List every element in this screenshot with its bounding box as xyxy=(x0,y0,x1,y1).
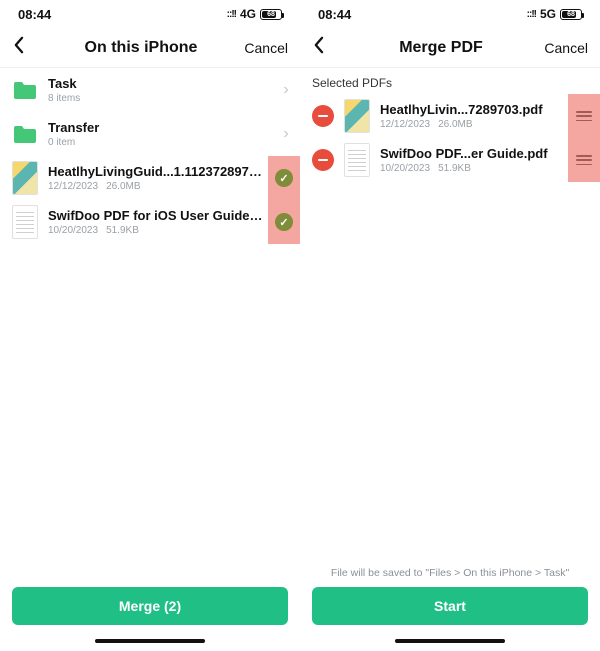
status-time: 08:44 xyxy=(18,7,51,22)
network-label: 4G xyxy=(240,7,256,21)
selected-file-row: HeatlhyLivin...7289703.pdf 12/12/2023 26… xyxy=(300,94,600,138)
folder-name: Task xyxy=(48,76,268,91)
chevron-right-icon: › xyxy=(272,81,300,99)
status-bar: 08:44 ::!! 4G 68 xyxy=(0,0,300,28)
back-button[interactable] xyxy=(312,36,340,60)
home-indicator xyxy=(95,639,205,643)
cancel-button[interactable]: Cancel xyxy=(242,40,288,56)
status-time: 08:44 xyxy=(318,7,351,22)
file-thumbnail xyxy=(12,205,38,239)
page-title: Merge PDF xyxy=(340,39,542,57)
file-date: 12/12/2023 xyxy=(380,119,430,130)
drag-handle[interactable] xyxy=(568,138,600,182)
file-row[interactable]: SwifDoo PDF for iOS User Guide.pdf 10/20… xyxy=(0,200,300,244)
status-bar: 08:44 ::!! 5G 68 xyxy=(300,0,600,28)
start-button[interactable]: Start xyxy=(312,587,588,625)
folder-icon xyxy=(12,77,38,103)
back-button[interactable] xyxy=(12,36,40,60)
file-name: SwifDoo PDF for iOS User Guide.pdf xyxy=(48,208,264,223)
folder-sub: 0 item xyxy=(48,137,75,148)
file-size: 26.0MB xyxy=(438,119,472,130)
nav-header: On this iPhone Cancel xyxy=(0,28,300,68)
save-location-note: File will be saved to "Files > On this i… xyxy=(300,567,600,583)
file-thumbnail xyxy=(344,143,370,177)
remove-button[interactable] xyxy=(312,149,334,171)
cancel-button[interactable]: Cancel xyxy=(542,40,588,56)
file-size: 26.0MB xyxy=(106,181,140,192)
screen-file-picker: 08:44 ::!! 4G 68 On this iPhone Cancel xyxy=(0,0,300,651)
signal-icon: ::!! xyxy=(227,9,236,20)
minus-icon xyxy=(318,159,328,161)
folder-sub: 8 items xyxy=(48,93,80,104)
signal-icon: ::!! xyxy=(527,9,536,20)
section-label: Selected PDFs xyxy=(300,68,600,94)
battery-icon: 68 xyxy=(260,9,282,20)
file-date: 12/12/2023 xyxy=(48,181,98,192)
check-icon: ✓ xyxy=(275,169,293,187)
selected-file-row: SwifDoo PDF...er Guide.pdf 10/20/2023 51… xyxy=(300,138,600,182)
file-list: Task 8 items › Transfer 0 item › xyxy=(0,68,300,326)
drag-icon xyxy=(576,111,592,121)
home-indicator xyxy=(395,639,505,643)
drag-icon xyxy=(576,155,592,165)
minus-icon xyxy=(318,115,328,117)
check-icon: ✓ xyxy=(275,213,293,231)
folder-name: Transfer xyxy=(48,120,268,135)
selection-checkbox[interactable]: ✓ xyxy=(268,156,300,200)
folder-row[interactable]: Task 8 items › xyxy=(0,68,300,112)
drag-handle[interactable] xyxy=(568,94,600,138)
nav-header: Merge PDF Cancel xyxy=(300,28,600,68)
file-size: 51.9KB xyxy=(438,163,471,174)
file-name: HeatlhyLivin...7289703.pdf xyxy=(380,102,564,117)
chevron-right-icon: › xyxy=(272,125,300,143)
file-name: HeatlhyLivingGuid...1.11237289703.pdf xyxy=(48,164,264,179)
folder-row[interactable]: Transfer 0 item › xyxy=(0,112,300,156)
file-date: 10/20/2023 xyxy=(380,163,430,174)
file-thumbnail xyxy=(344,99,370,133)
selection-checkbox[interactable]: ✓ xyxy=(268,200,300,244)
merge-button[interactable]: Merge (2) xyxy=(12,587,288,625)
folder-icon xyxy=(12,121,38,147)
file-thumbnail xyxy=(12,161,38,195)
file-date: 10/20/2023 xyxy=(48,225,98,236)
remove-button[interactable] xyxy=(312,105,334,127)
file-row[interactable]: HeatlhyLivingGuid...1.11237289703.pdf 12… xyxy=(0,156,300,200)
page-title: On this iPhone xyxy=(40,39,242,57)
battery-icon: 68 xyxy=(560,9,582,20)
screen-merge-pdf: 08:44 ::!! 5G 68 Merge PDF Cancel Select… xyxy=(300,0,600,651)
selected-pdf-list: HeatlhyLivin...7289703.pdf 12/12/2023 26… xyxy=(300,94,600,331)
file-size: 51.9KB xyxy=(106,225,139,236)
network-label: 5G xyxy=(540,7,556,21)
file-name: SwifDoo PDF...er Guide.pdf xyxy=(380,146,564,161)
